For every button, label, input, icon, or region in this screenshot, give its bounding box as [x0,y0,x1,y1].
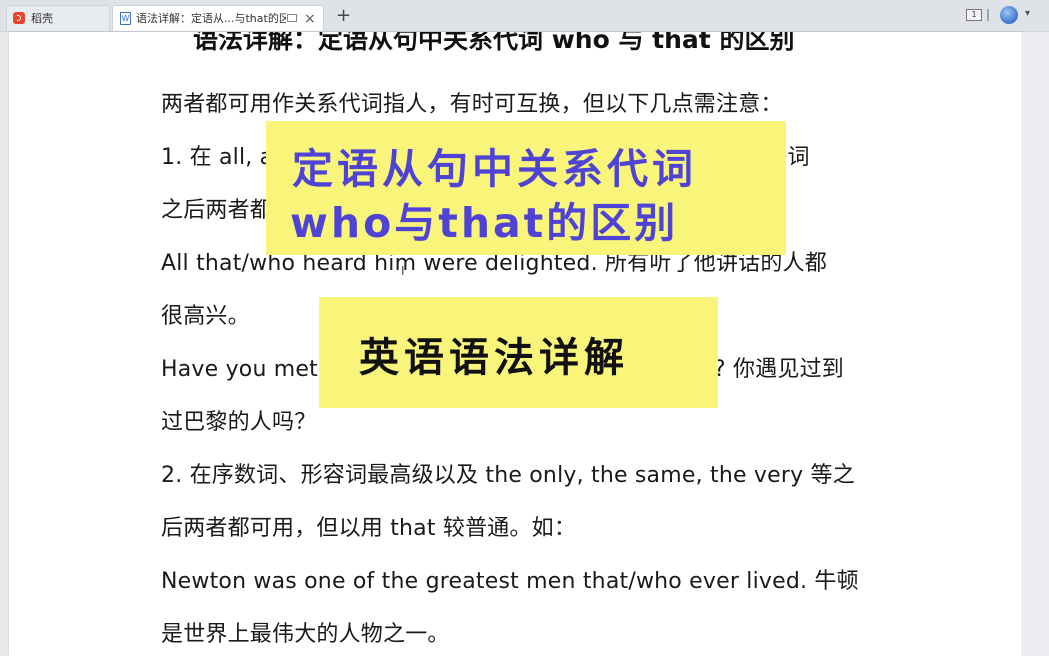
banner-line-1: 定语从句中关系代词 [292,145,697,193]
divider-icon [987,9,989,21]
doc-line: 很高兴。 [161,304,250,329]
subtitle-text: 英语语法详解 [359,335,629,381]
doc-line: 后两者都可用，但以用 that 较普通。如： [161,516,577,541]
doc-line: 两者都可用作关系代词指人，有时可互换，但以下几点需注意： [161,92,783,117]
word-doc-icon: W [120,12,131,25]
user-avatar[interactable] [1000,6,1018,24]
screen-icon[interactable] [287,14,297,22]
tab-home[interactable]: 稻壳 [6,5,110,31]
doc-line: 是世界上最伟大的人物之一。 [161,622,450,647]
tab-document-label: 语法详解：定语从...与that的区别 [136,12,286,25]
tab-bar: 稻壳 W 语法详解：定语从...与that的区别 × + 1 ▾ [0,0,1049,32]
new-tab-button[interactable]: + [336,4,351,28]
tab-document[interactable]: W 语法详解：定语从...与that的区别 × [112,5,324,31]
chevron-down-icon[interactable]: ▾ [1025,8,1030,19]
close-tab-icon[interactable]: × [304,6,316,32]
doc-line: 过巴黎的人吗？ [161,410,317,435]
text-cursor-icon: I [401,264,405,278]
window-counter-button[interactable]: 1 [966,9,982,21]
doc-line: 2. 在序数词、形容词最高级以及 the only, the same, the… [161,463,855,488]
docer-logo-icon [13,12,25,24]
tab-home-label: 稻壳 [31,12,53,25]
document-title: 语法详解：定语从句中关系代词 who 与 that 的区别 [193,32,795,54]
scrollbar[interactable] [1021,32,1049,656]
subtitle-banner: 英语语法详解 [319,297,718,408]
banner-line-2: who与that的区别 [290,199,679,247]
title-banner: 定语从句中关系代词 who与that的区别 [266,121,786,255]
doc-line: Newton was one of the greatest men that/… [161,569,859,594]
